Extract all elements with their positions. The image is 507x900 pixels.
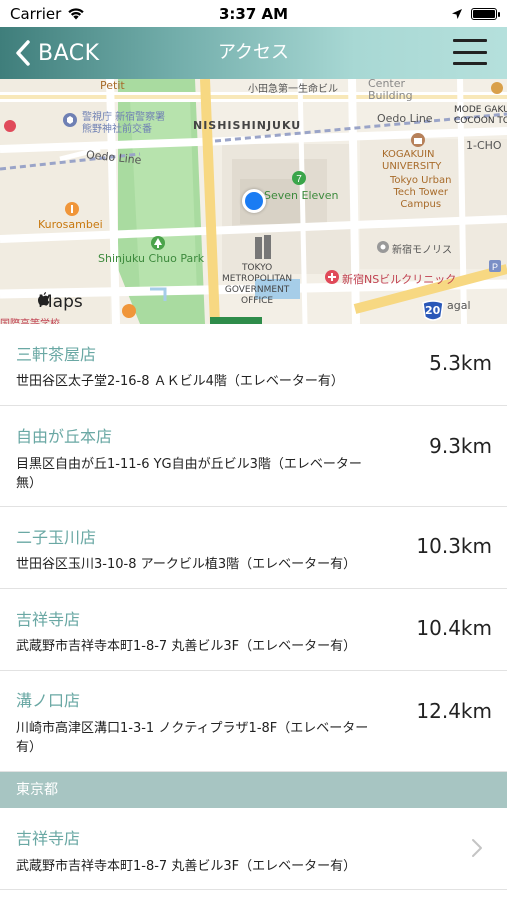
map-label: 1-CHO xyxy=(466,139,502,152)
university-icon xyxy=(411,133,425,147)
clinic-icon xyxy=(325,270,339,284)
store-address: 目黒区自由が丘1-11-6 YG自由が丘ビル3階（エレベーター無） xyxy=(16,457,362,491)
chevron-right-icon xyxy=(472,839,482,857)
status-bar: Carrier 3:37 AM xyxy=(0,0,507,27)
map-label: 新宿モノリス xyxy=(392,245,452,256)
store-address: 世田谷区太子堂2-16-8 ＡＫビル4階（エレベーター有） xyxy=(16,374,344,389)
map-label: 小田急第一生命ビル xyxy=(248,84,338,95)
store-name: 吉祥寺店 xyxy=(16,829,81,848)
landmark-icon xyxy=(255,235,271,259)
list-item[interactable]: 三軒茶屋店 世田谷区太子堂2-16-8 ＡＫビル4階（エレベーター有） 5.3k… xyxy=(0,324,507,406)
list-item[interactable]: 吉祥寺店 武蔵野市吉祥寺本町1-8-7 丸善ビル3F（エレベーター有） 10.4… xyxy=(0,589,507,671)
list-item[interactable]: 二子玉川店 世田谷区玉川3-10-8 アークビル植3階（エレベーター有） 10.… xyxy=(0,507,507,589)
store-icon: 7 xyxy=(292,171,306,185)
map-label: NISHISHINJUKU xyxy=(193,119,302,132)
map-label: agal xyxy=(447,299,471,312)
map-label: Tokyo Urban Tech Tower Campus xyxy=(390,175,452,210)
hamburger-icon-bar xyxy=(453,62,487,65)
store-name: 自由が丘本店 xyxy=(16,427,113,446)
restaurant-icon xyxy=(65,202,79,216)
map-label: 新宿NSビルクリニック xyxy=(342,273,457,286)
store-distance: 10.3km xyxy=(416,534,492,558)
hamburger-icon-bar xyxy=(453,39,487,42)
store-address: 世田谷区玉川3-10-8 アークビル植3階（エレベーター有） xyxy=(16,557,357,572)
list-item[interactable]: 溝ノ口店 川崎市高津区溝口1-3-1 ノクティプラザ1-8F（エレベーター有） … xyxy=(0,671,507,772)
parking-icon: P xyxy=(489,260,501,272)
map-label: 警視庁 新宿警察署 熊野神社前交番 xyxy=(82,112,166,135)
map-label: Shinjuku Chuo Park xyxy=(98,252,205,265)
menu-button[interactable] xyxy=(453,39,487,65)
store-list: 三軒茶屋店 世田谷区太子堂2-16-8 ＡＫビル4階（エレベーター有） 5.3k… xyxy=(0,324,507,890)
back-label: BACK xyxy=(38,40,100,66)
map-view[interactable]: 7 P 20 Petit 小田急第一生命ビル Center Building M… xyxy=(0,79,507,324)
restaurant-icon xyxy=(122,304,136,318)
hamburger-icon-bar xyxy=(453,50,487,54)
apple-logo-icon xyxy=(38,292,50,306)
map-label: 国際高等学校 xyxy=(0,315,60,324)
chevron-left-icon xyxy=(16,40,30,66)
police-icon xyxy=(63,113,77,127)
building-icon xyxy=(377,241,389,253)
store-address: 武蔵野市吉祥寺本町1-8-7 丸善ビル3F（エレベーター有） xyxy=(16,859,357,874)
location-arrow-icon xyxy=(452,8,462,19)
store-name: 二子玉川店 xyxy=(16,528,97,547)
store-distance: 9.3km xyxy=(429,434,492,458)
bus-stop-icon xyxy=(491,82,503,94)
svg-text:P: P xyxy=(492,262,498,272)
back-button[interactable]: BACK xyxy=(14,27,100,79)
store-address: 武蔵野市吉祥寺本町1-8-7 丸善ビル3F（エレベーター有） xyxy=(16,639,357,654)
store-name: 吉祥寺店 xyxy=(16,610,81,629)
medical-icon xyxy=(4,120,16,132)
store-distance: 5.3km xyxy=(429,351,492,375)
map-label: Kurosambei xyxy=(38,218,103,231)
maps-attribution: Maps xyxy=(38,292,83,312)
map-label: Center Building xyxy=(368,79,413,102)
battery-icon xyxy=(471,7,500,20)
store-name: 溝ノ口店 xyxy=(16,691,81,710)
map-label: Oedo Line xyxy=(377,112,433,125)
store-distance: 12.4km xyxy=(416,699,492,723)
map-label: Seven Eleven xyxy=(264,189,339,202)
route-number: 20 xyxy=(425,304,441,317)
store-name: 三軒茶屋店 xyxy=(16,345,97,364)
nav-header: BACK アクセス xyxy=(0,27,507,79)
map-label: Petit xyxy=(100,79,125,92)
map-label: KOGAKUIN UNIVERSITY xyxy=(382,149,442,172)
park-icon xyxy=(151,236,165,250)
section-header: 東京都 xyxy=(0,772,507,808)
wifi-icon xyxy=(68,8,85,20)
list-item[interactable]: 吉祥寺店 武蔵野市吉祥寺本町1-8-7 丸善ビル3F（エレベーター有） xyxy=(0,808,507,890)
list-item[interactable]: 自由が丘本店 目黒区自由が丘1-11-6 YG自由が丘ビル3階（エレベーター無）… xyxy=(0,406,507,507)
carrier-label: Carrier xyxy=(10,4,62,23)
map-label: TOKYO METROPOLITAN GOVERNMENT OFFICE xyxy=(222,263,293,306)
store-distance: 10.4km xyxy=(416,616,492,640)
store-address: 川崎市高津区溝口1-3-1 ノクティプラザ1-8F（エレベーター有） xyxy=(16,721,369,755)
current-location-pin xyxy=(242,189,266,213)
svg-text:7: 7 xyxy=(296,174,302,185)
map-label: MODE GAKU COCOON TO xyxy=(454,105,507,126)
